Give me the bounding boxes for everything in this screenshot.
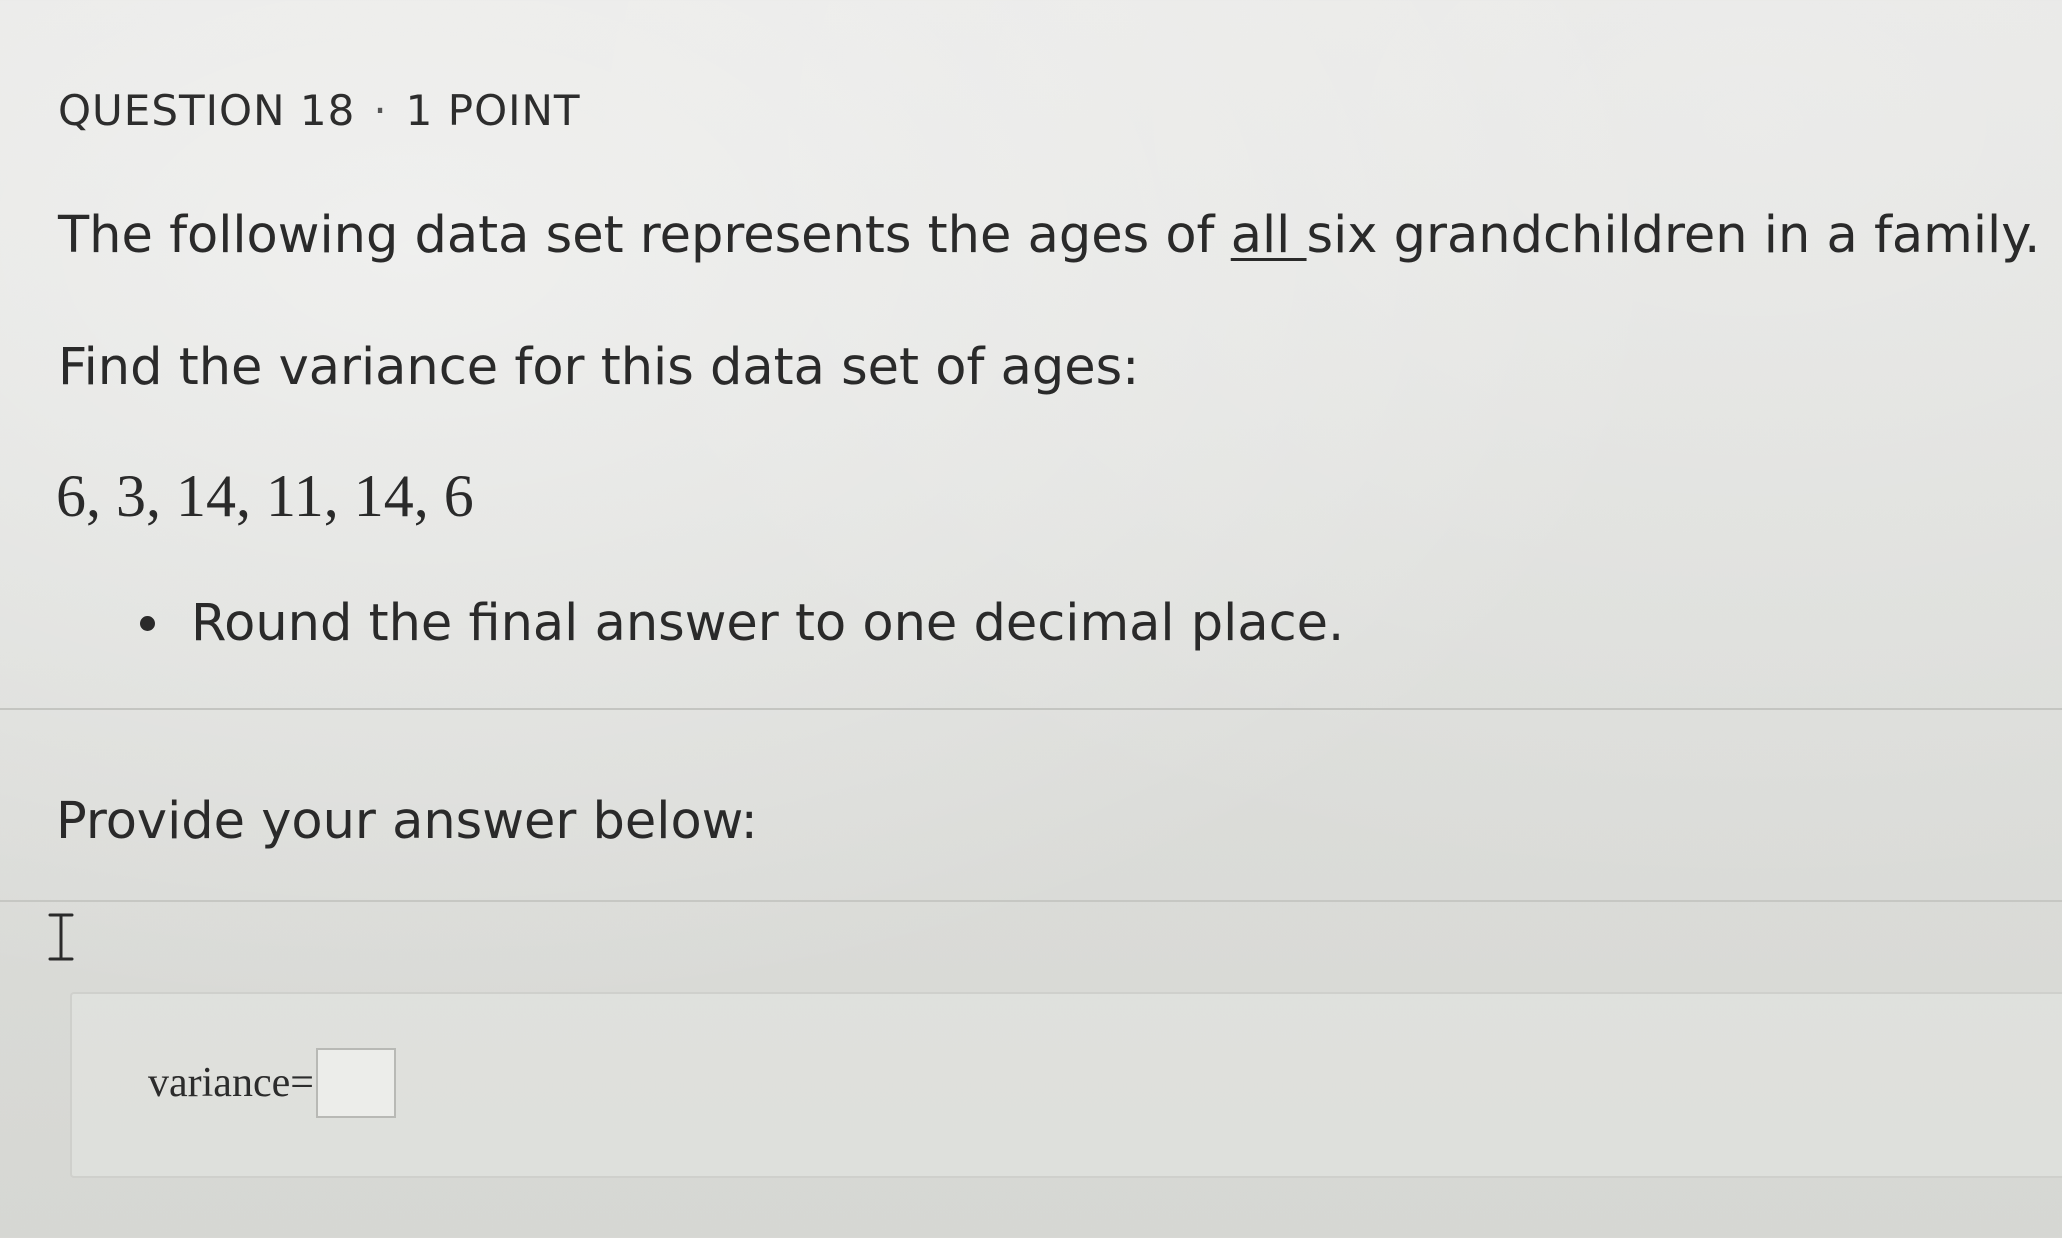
prompt-text-after: six grandchildren in a family. — [1306, 206, 2041, 265]
question-header: QUESTION 18 · 1 POINT — [58, 86, 581, 135]
instruction-text: Round the final answer to one decimal pl… — [191, 594, 1345, 653]
section-divider — [0, 708, 2062, 710]
text-cursor-ibeam-icon — [48, 913, 74, 961]
question-screen: QUESTION 18 · 1 POINT The following data s… — [0, 0, 2062, 1238]
variance-answer-row: variance= — [148, 1048, 396, 1118]
question-prompt-line-1: The following data set represents the ag… — [58, 206, 2040, 265]
prompt-text-before: The following data set represents the ag… — [58, 206, 1231, 265]
instruction-list-item: Round the final answer to one decimal pl… — [140, 594, 1344, 653]
bullet-dot-icon — [140, 616, 155, 631]
header-separator: · — [373, 86, 388, 135]
question-number: QUESTION 18 — [58, 86, 356, 135]
data-set-values: 6, 3, 14, 11, 14, 6 — [56, 463, 474, 529]
variance-label: variance= — [148, 1060, 314, 1106]
answer-section-label: Provide your answer below: — [56, 792, 758, 851]
question-prompt-line-2: Find the variance for this data set of a… — [58, 338, 1140, 397]
prompt-emphasis-all: all — [1230, 206, 1307, 265]
answer-divider — [0, 900, 2062, 902]
question-points: 1 POINT — [405, 86, 581, 135]
variance-input[interactable] — [315, 1048, 396, 1118]
